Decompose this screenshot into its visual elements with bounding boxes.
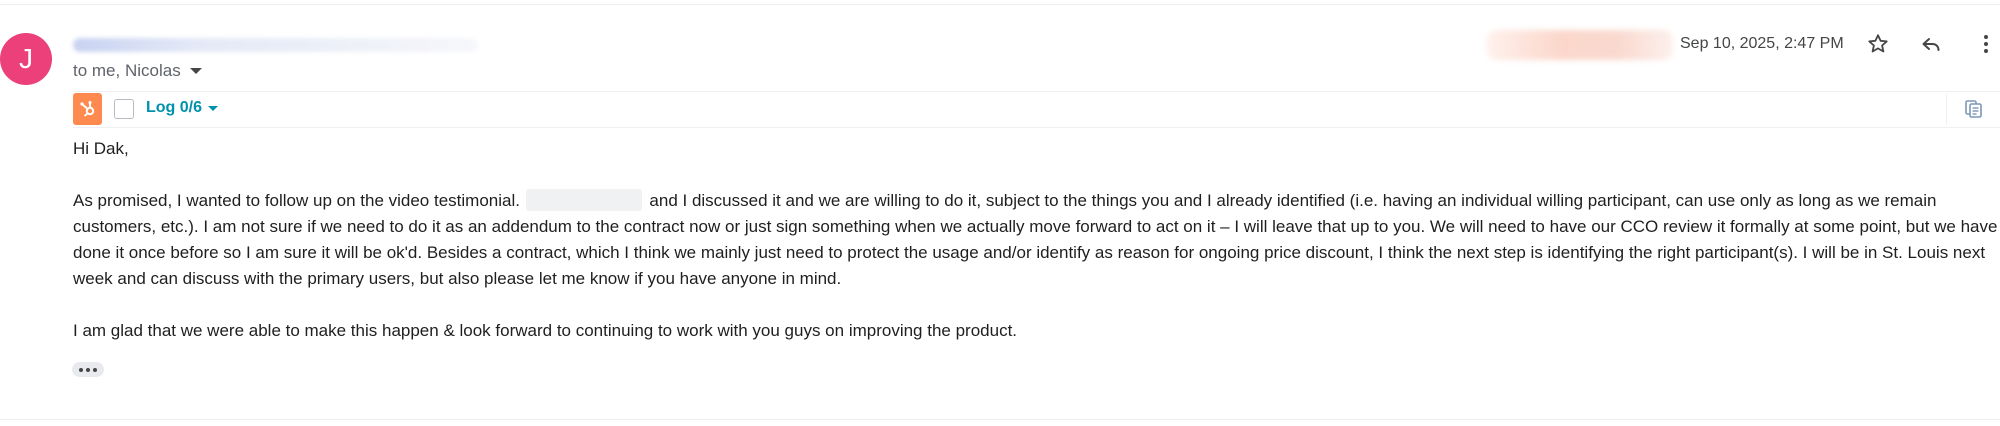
show-details-chevron-icon[interactable] — [189, 68, 202, 74]
copy-icon — [1965, 100, 1982, 118]
recipients-row: to me, Nicolas — [73, 61, 202, 81]
log-dropdown[interactable]: Log 0/6 — [146, 99, 219, 117]
reply-icon — [1922, 38, 1940, 51]
sender-avatar[interactable]: J — [0, 33, 52, 85]
chevron-down-icon — [208, 105, 219, 111]
email-message-view: J to me, Nicolas Sep 10, 2025, 2:47 PM L… — [0, 0, 2000, 426]
hubspot-sprocket-icon[interactable] — [73, 93, 102, 125]
reply-button[interactable] — [1913, 26, 1949, 62]
show-trimmed-content-button[interactable] — [72, 362, 104, 377]
top-divider — [0, 4, 2000, 5]
log-label: Log 0/6 — [146, 99, 203, 116]
sender-name-redacted — [73, 38, 478, 52]
recipients-label: to me, Nicolas — [73, 61, 181, 80]
body-paragraph-1: As promised, I wanted to follow up on th… — [73, 188, 1998, 292]
message-body: Hi Dak, As promised, I wanted to follow … — [73, 136, 1998, 344]
tracking-badge-redacted — [1487, 30, 1673, 60]
bottom-divider — [0, 419, 2000, 420]
greeting: Hi Dak, — [73, 139, 129, 158]
hubspot-toolbar: Log 0/6 — [73, 91, 2000, 128]
message-date: Sep 10, 2025, 2:47 PM — [1680, 35, 1844, 52]
toolbar-divider — [1946, 94, 1947, 125]
ellipsis-dot — [93, 367, 97, 372]
more-options-button[interactable] — [1968, 26, 2000, 62]
star-button[interactable] — [1860, 26, 1896, 62]
ellipsis-dot — [86, 367, 90, 372]
body-paragraph-1-start: As promised, I wanted to follow up on th… — [73, 191, 525, 210]
redacted-name — [525, 189, 642, 211]
more-vert-icon — [1984, 35, 1988, 53]
ellipsis-dot — [79, 367, 83, 372]
star-icon — [1868, 34, 1888, 53]
copy-button[interactable] — [1963, 98, 1985, 120]
body-paragraph-2: I am glad that we were able to make this… — [73, 321, 1018, 340]
log-email-checkbox[interactable] — [114, 99, 134, 119]
